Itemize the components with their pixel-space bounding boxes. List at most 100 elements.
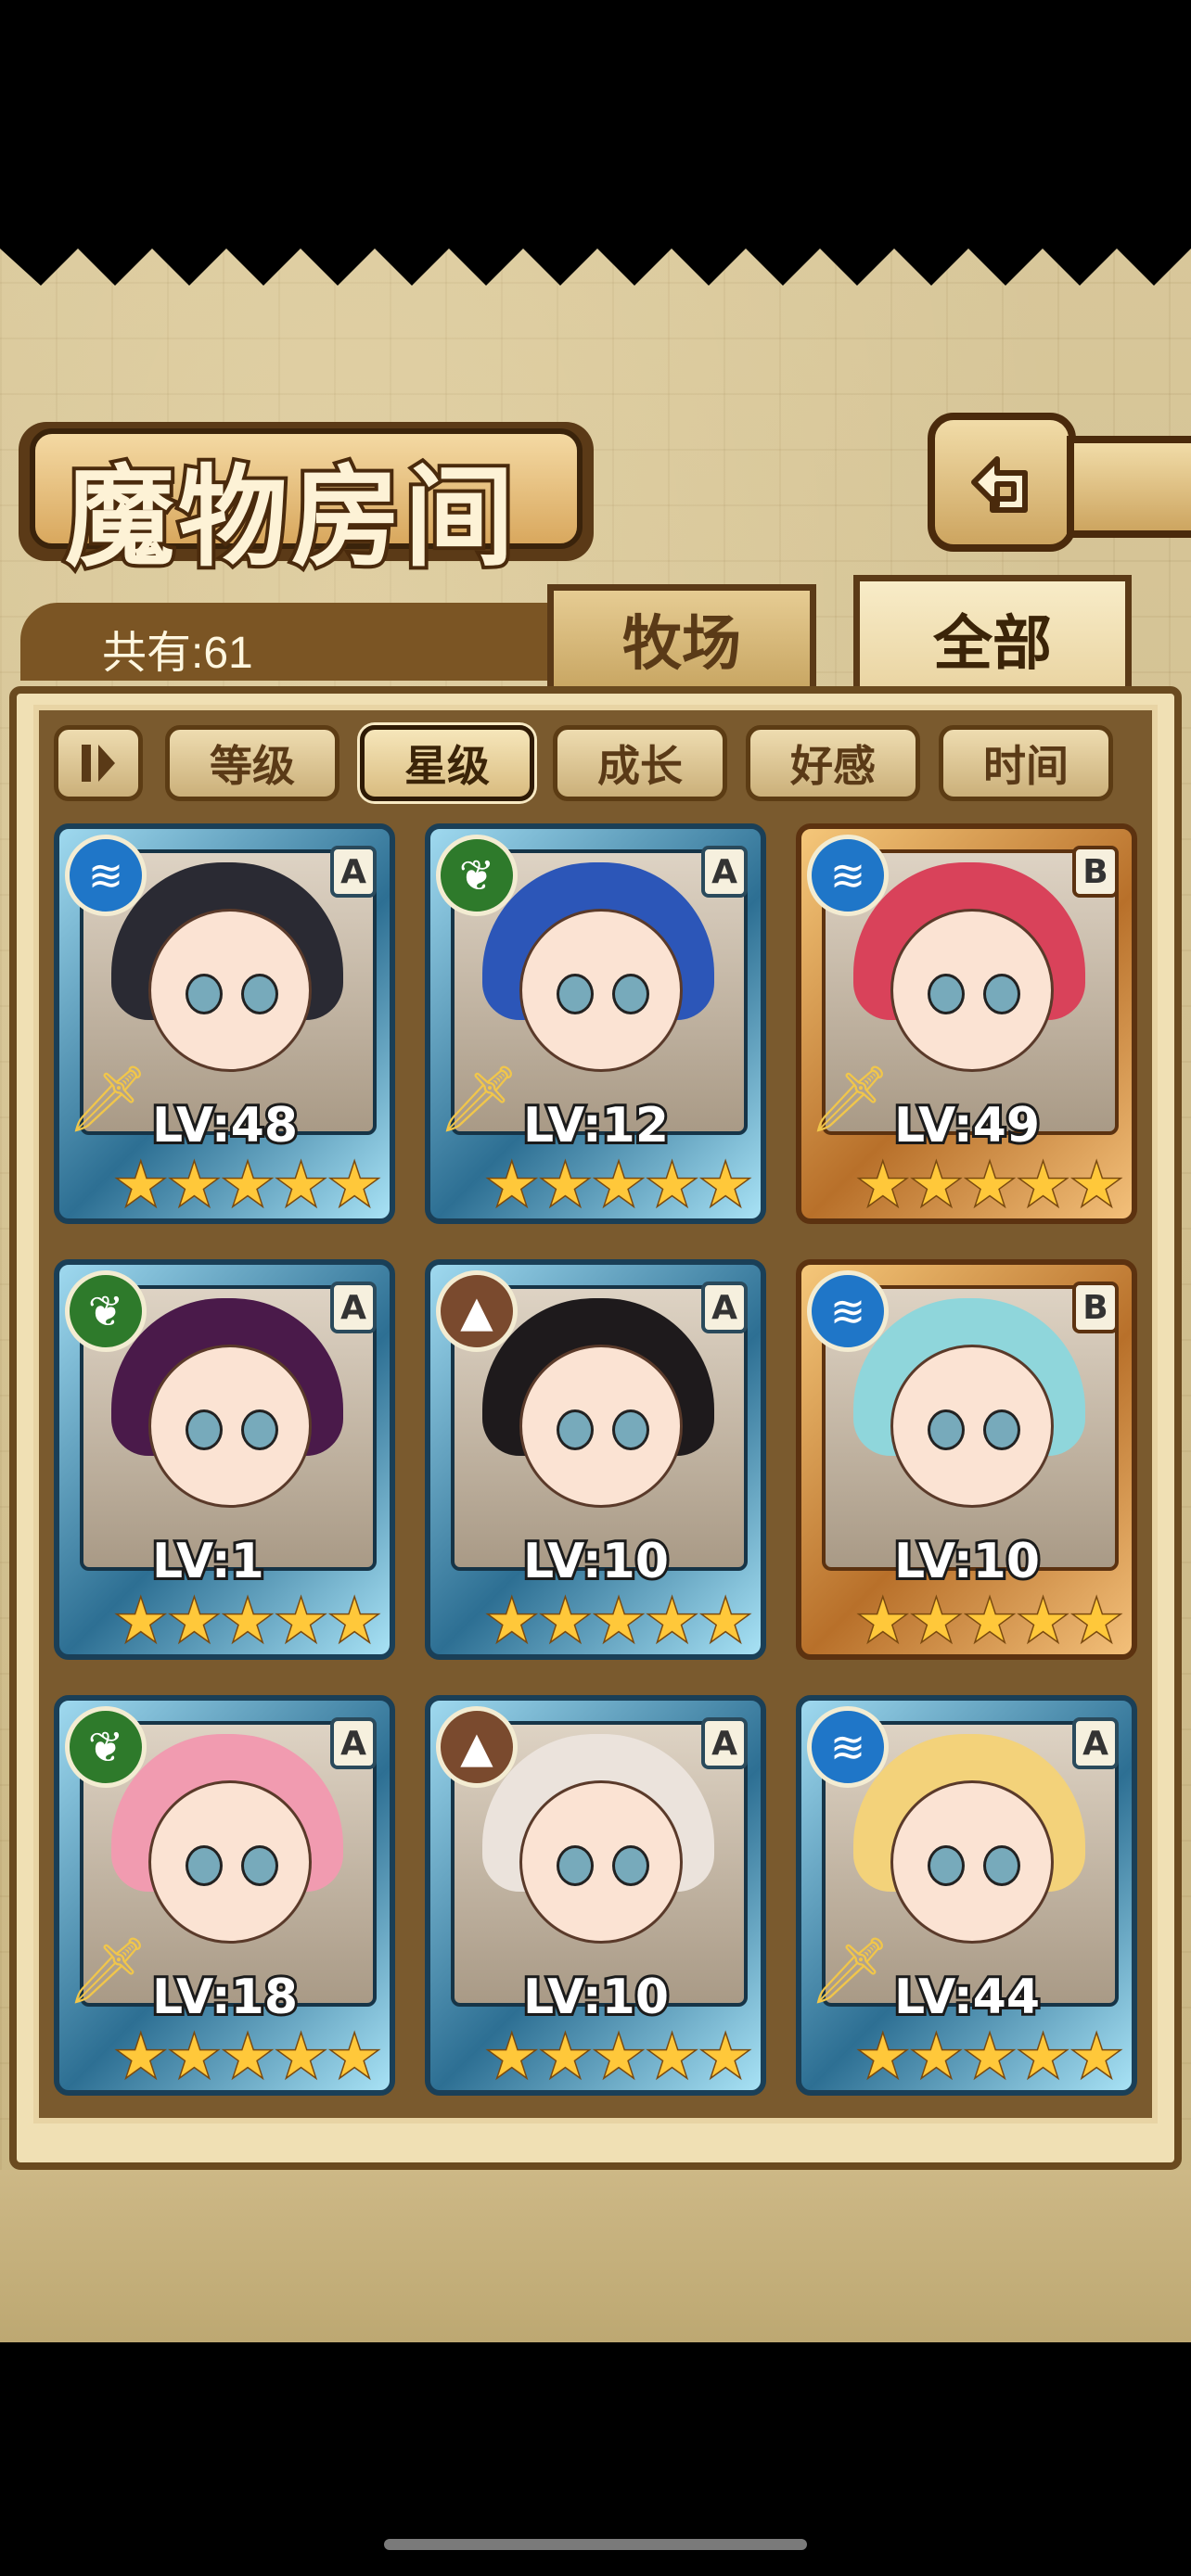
filter-time[interactable]: 时间 <box>939 725 1113 801</box>
sort-order-toggle[interactable] <box>54 725 143 801</box>
star-icon: ★ <box>592 1151 647 1218</box>
monster-card[interactable]: ▲ A LV:10 ★ ★ ★ ★ ★ <box>425 1259 766 1660</box>
sword-icon: 🗡 <box>809 1932 891 2009</box>
monster-card[interactable]: ❦ A 🗡 LV:18 ★ ★ ★ ★ ★ <box>54 1695 395 2096</box>
tab-ranch[interactable]: 牧场 <box>547 584 816 686</box>
earth-element-icon: ▲ <box>436 1270 518 1352</box>
back-button[interactable] <box>928 413 1076 552</box>
count-bar <box>20 603 558 681</box>
star-rating: ★ ★ ★ ★ ★ <box>856 1151 1124 1218</box>
rank-badge: B <box>1072 1282 1119 1333</box>
star-icon: ★ <box>485 2022 540 2090</box>
star-icon: ★ <box>592 2022 647 2090</box>
star-icon: ★ <box>485 1587 540 1654</box>
star-icon: ★ <box>114 1151 169 1218</box>
star-icon: ★ <box>485 1151 540 1218</box>
star-icon: ★ <box>114 1587 169 1654</box>
portrait-eye <box>928 1409 965 1450</box>
portrait-face <box>148 1780 312 1944</box>
portrait-face <box>890 1345 1054 1508</box>
star-icon: ★ <box>327 2022 382 2090</box>
portrait-face <box>890 909 1054 1072</box>
water-element-icon: ≋ <box>807 1270 889 1352</box>
portrait-eye <box>983 1845 1020 1886</box>
rank-badge: B <box>1072 846 1119 898</box>
star-icon: ★ <box>909 2022 964 2090</box>
star-icon: ★ <box>856 1587 911 1654</box>
star-rating: ★ ★ ★ ★ ★ <box>114 2022 382 2090</box>
star-icon: ★ <box>909 1151 964 1218</box>
star-icon: ★ <box>114 2022 169 2090</box>
monster-card[interactable]: ❦ A LV:1 ★ ★ ★ ★ ★ <box>54 1259 395 1660</box>
star-icon: ★ <box>1069 1151 1124 1218</box>
monster-level: LV:10 <box>520 1531 672 1592</box>
pause-icon <box>82 745 115 782</box>
star-rating: ★ ★ ★ ★ ★ <box>114 1587 382 1654</box>
top-zigzag-border <box>0 230 1191 286</box>
monster-card[interactable]: ≋ B LV:10 ★ ★ ★ ★ ★ <box>796 1259 1137 1660</box>
star-icon: ★ <box>698 1151 753 1218</box>
back-arrow-icon <box>971 456 1028 513</box>
rank-badge: A <box>1072 1717 1119 1769</box>
monster-card[interactable]: ▲ A LV:10 ★ ★ ★ ★ ★ <box>425 1695 766 2096</box>
star-icon: ★ <box>538 2022 593 2090</box>
filter-stars[interactable]: 星级 <box>360 725 534 801</box>
star-rating: ★ ★ ★ ★ ★ <box>485 1151 753 1218</box>
portrait-eye <box>983 974 1020 1014</box>
star-icon: ★ <box>698 1587 753 1654</box>
leaf-element-icon: ❦ <box>65 1270 147 1352</box>
star-icon: ★ <box>963 1151 1018 1218</box>
monster-level: LV:10 <box>891 1531 1043 1592</box>
star-icon: ★ <box>1069 1587 1124 1654</box>
portrait-eye <box>928 974 965 1014</box>
star-icon: ★ <box>221 2022 275 2090</box>
portrait-face <box>148 1345 312 1508</box>
portrait-face <box>148 909 312 1072</box>
filter-growth[interactable]: 成长 <box>553 725 727 801</box>
earth-element-icon: ▲ <box>436 1706 518 1788</box>
star-icon: ★ <box>1016 1587 1070 1654</box>
star-icon: ★ <box>221 1587 275 1654</box>
star-icon: ★ <box>963 2022 1018 2090</box>
monster-level: LV:44 <box>891 1967 1043 2028</box>
monster-level: LV:48 <box>149 1095 301 1156</box>
monster-card[interactable]: ≋ B 🗡 LV:49 ★ ★ ★ ★ ★ <box>796 823 1137 1224</box>
star-icon: ★ <box>645 2022 699 2090</box>
star-icon: ★ <box>167 1587 222 1654</box>
filter-level[interactable]: 等级 <box>165 725 339 801</box>
monster-level: LV:18 <box>149 1967 301 2028</box>
portrait-eye <box>241 1409 278 1450</box>
star-rating: ★ ★ ★ ★ ★ <box>114 1151 382 1218</box>
star-icon: ★ <box>327 1587 382 1654</box>
portrait-face <box>519 1345 683 1508</box>
portrait-face <box>519 1780 683 1944</box>
home-indicator[interactable] <box>384 2539 807 2550</box>
portrait-eye <box>241 1845 278 1886</box>
portrait-eye <box>557 974 594 1014</box>
star-icon: ★ <box>1016 1151 1070 1218</box>
portrait-eye <box>186 974 223 1014</box>
filter-affection[interactable]: 好感 <box>746 725 920 801</box>
portrait-eye <box>928 1845 965 1886</box>
star-icon: ★ <box>645 1151 699 1218</box>
portrait-eye <box>612 1409 649 1450</box>
star-icon: ★ <box>538 1151 593 1218</box>
monster-card[interactable]: ❦ A 🗡 LV:12 ★ ★ ★ ★ ★ <box>425 823 766 1224</box>
leaf-element-icon: ❦ <box>436 835 518 916</box>
portrait-eye <box>612 1845 649 1886</box>
star-icon: ★ <box>645 1587 699 1654</box>
star-icon: ★ <box>592 1587 647 1654</box>
rank-badge: A <box>701 1282 748 1333</box>
bottom-decoration <box>0 2170 1191 2342</box>
monster-card[interactable]: ≋ A 🗡 LV:44 ★ ★ ★ ★ ★ <box>796 1695 1137 2096</box>
header-strip <box>1067 436 1191 538</box>
monster-level: LV:12 <box>520 1095 672 1156</box>
sword-icon: 🗡 <box>67 1061 149 1137</box>
portrait-face <box>519 909 683 1072</box>
monster-card[interactable]: ≋ A 🗡 LV:48 ★ ★ ★ ★ ★ <box>54 823 395 1224</box>
tab-all[interactable]: 全部 <box>853 575 1132 695</box>
portrait-eye <box>612 974 649 1014</box>
rank-badge: A <box>330 1717 377 1769</box>
star-icon: ★ <box>274 1587 328 1654</box>
star-icon: ★ <box>856 2022 911 2090</box>
